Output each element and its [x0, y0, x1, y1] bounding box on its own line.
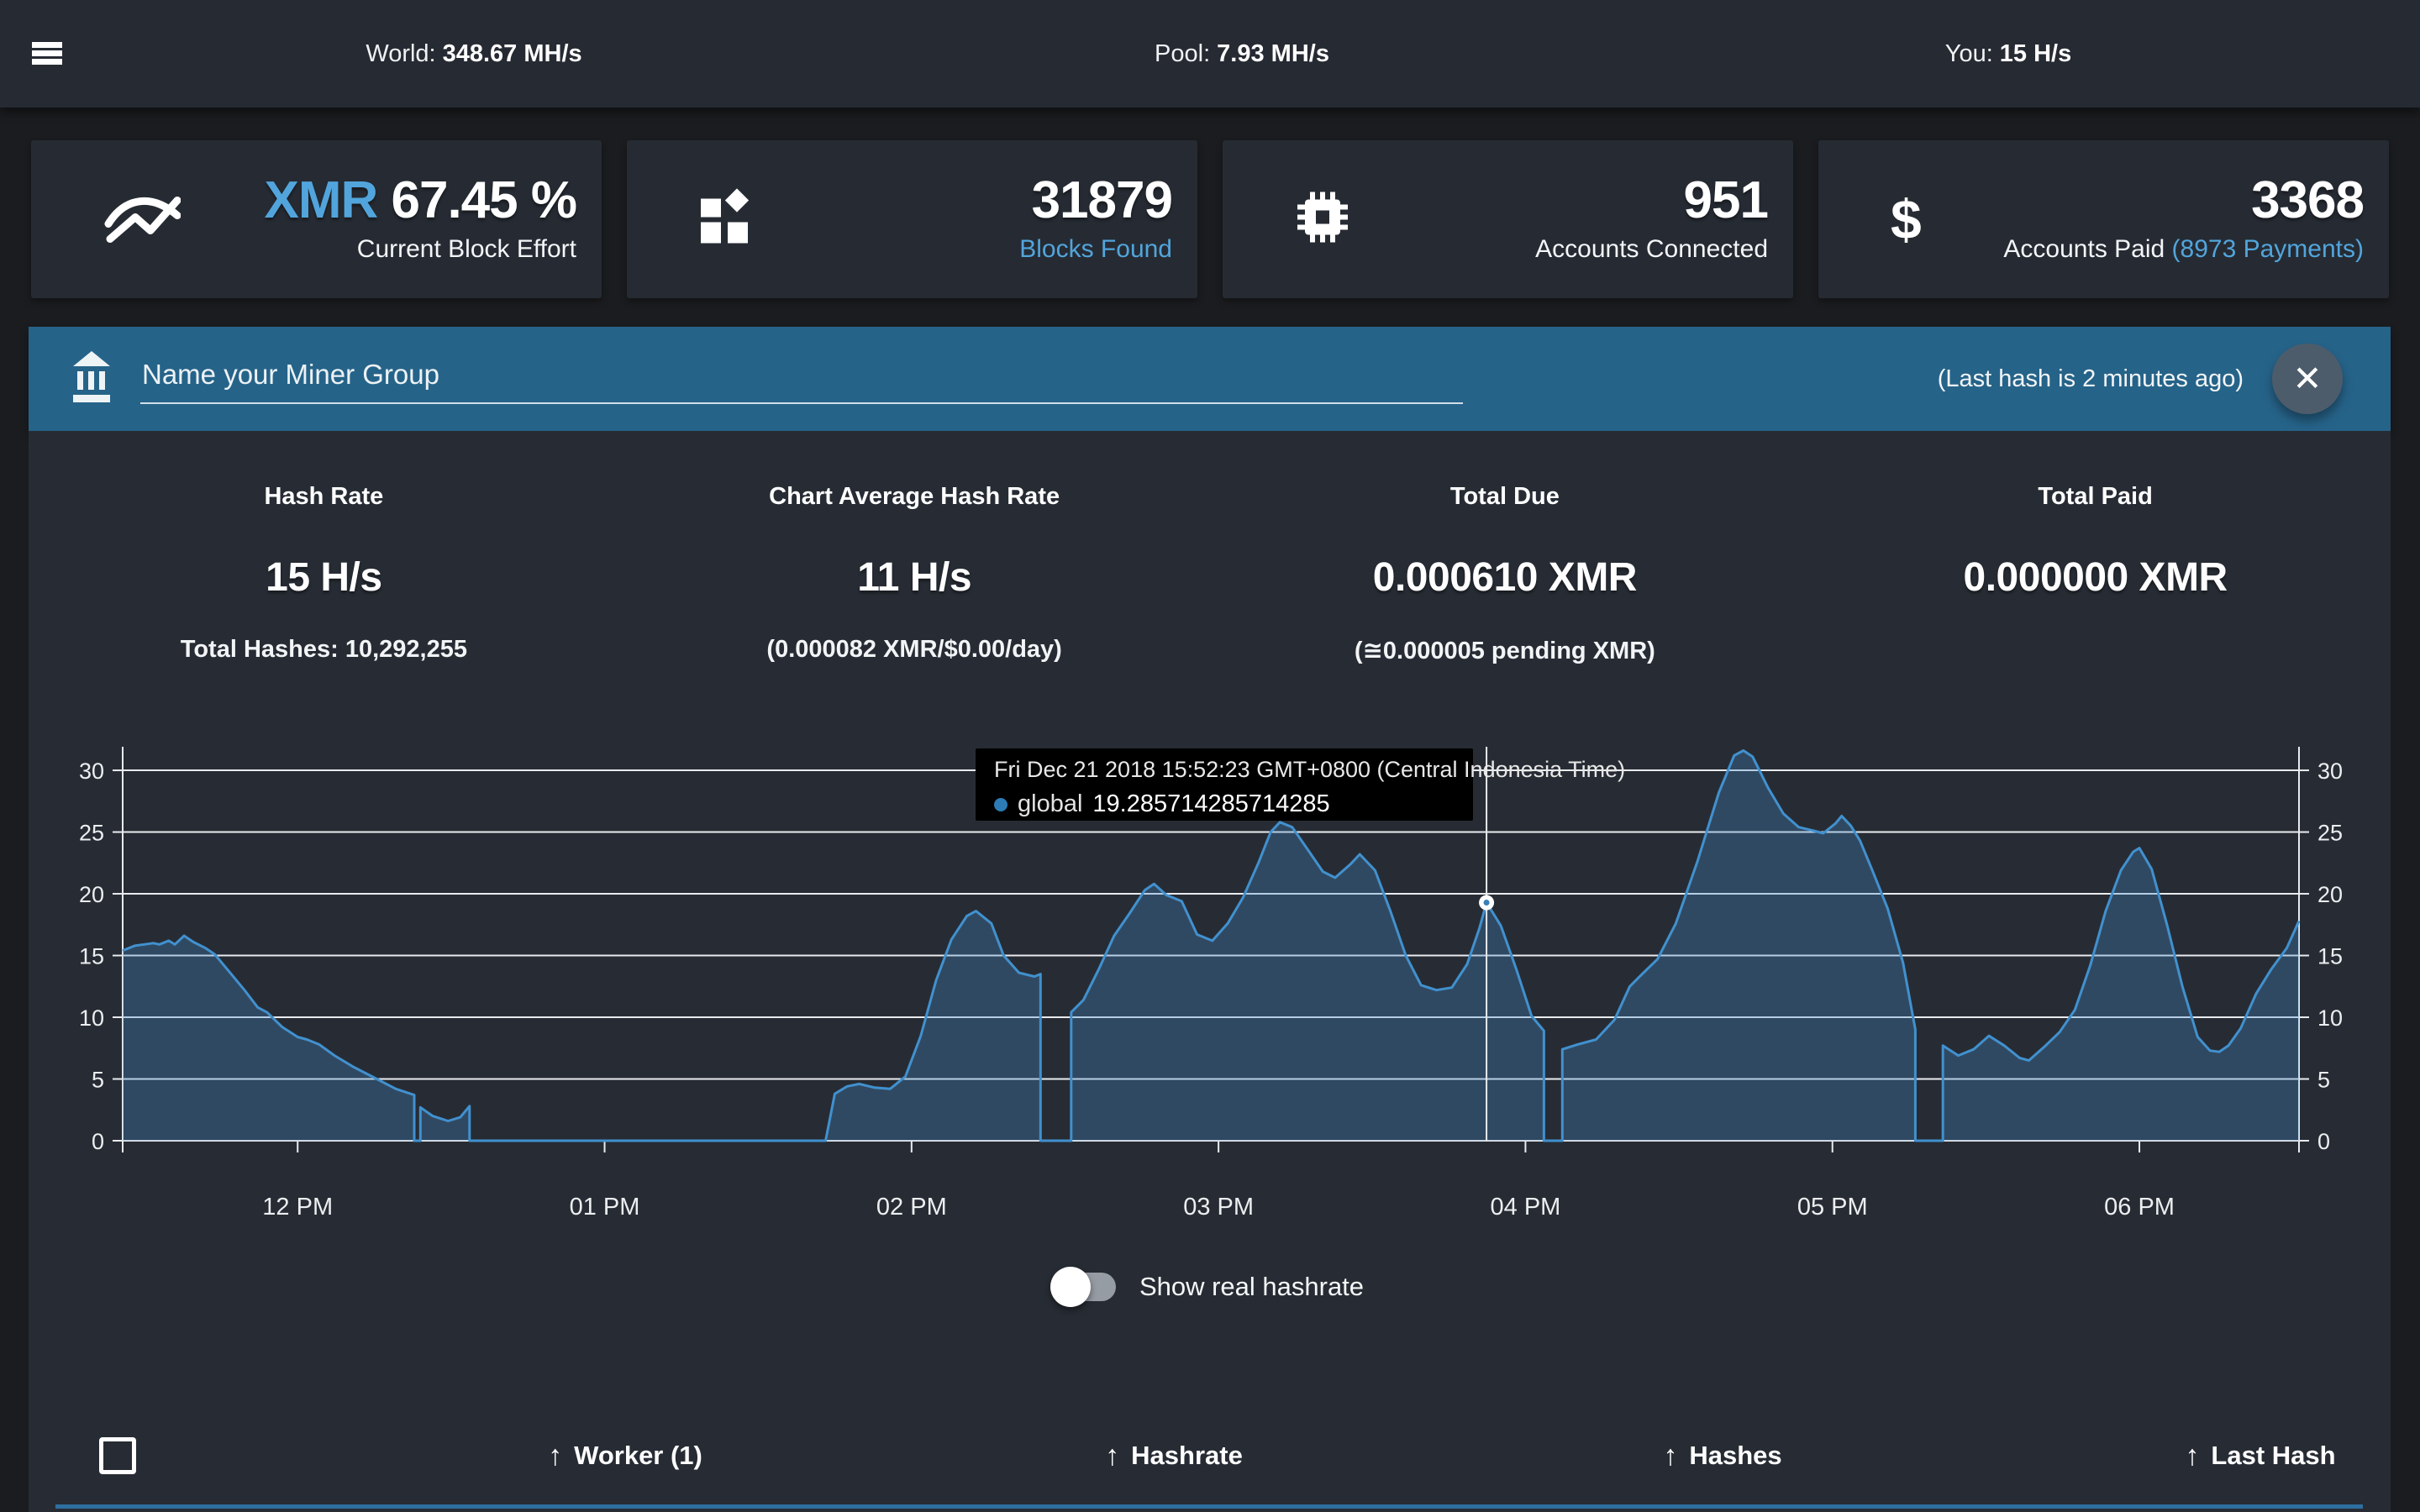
svg-text:20: 20: [2317, 882, 2343, 907]
svg-text:25: 25: [79, 821, 104, 846]
you-label: You:: [1945, 40, 1993, 68]
svg-text:01 PM: 01 PM: [570, 1194, 640, 1221]
world-hashrate: World: 348.67 MH/s: [366, 0, 581, 108]
card-accounts-paid: $ 3368 Accounts Paid (8973 Payments): [1818, 140, 2389, 298]
column-header-hashes[interactable]: ↑ Hashes: [1663, 1437, 1781, 1474]
select-all-checkbox[interactable]: [99, 1437, 136, 1474]
toggle-knob: [1050, 1267, 1091, 1307]
mining-pool-dashboard: { "palette":{"accent_blue":"#52a5dc","ba…: [0, 0, 2420, 1512]
blocks-found-link[interactable]: Blocks Found: [1019, 235, 1172, 264]
blocks-found-value: 31879: [1032, 175, 1172, 227]
menu-icon[interactable]: [32, 42, 62, 66]
pool-label: Pool:: [1155, 40, 1210, 68]
miner-group-banner: (Last hash is 2 minutes ago) ✕: [29, 327, 2391, 431]
close-icon: ✕: [2292, 344, 2322, 414]
bank-icon: [68, 351, 115, 407]
you-value: 15 H/s: [2000, 40, 2071, 68]
svg-text:0: 0: [2317, 1129, 2330, 1154]
svg-text:20: 20: [79, 882, 104, 907]
column-header-last-hash[interactable]: ↑ Last Hash: [2185, 1437, 2335, 1474]
world-label: World:: [366, 40, 435, 68]
svg-text:0: 0: [92, 1129, 104, 1154]
payments-link[interactable]: (8973 Payments): [2172, 235, 2364, 263]
tooltip-timestamp: Fri Dec 21 2018 15:52:23 GMT+0800 (Centr…: [994, 757, 1473, 783]
accounts-connected-label: Accounts Connected: [1535, 235, 1768, 264]
svg-text:30: 30: [79, 759, 104, 784]
blocks-icon: [699, 189, 751, 250]
hashrate-toggle-row: Show real hashrate: [29, 1267, 2391, 1307]
accounts-paid-label: Accounts Paid (8973 Payments): [2003, 235, 2364, 264]
svg-text:02 PM: 02 PM: [876, 1194, 947, 1221]
svg-text:15: 15: [2317, 944, 2343, 969]
svg-text:06 PM: 06 PM: [2104, 1194, 2175, 1221]
workers-table-header: ↑ Worker (1) ↑ Hashrate ↑ Hashes ↑ Last …: [29, 1437, 2391, 1474]
card-blocks-found: 31879 Blocks Found: [627, 140, 1197, 298]
block-effort-label: Current Block Effort: [357, 235, 576, 264]
miner-group-name-input[interactable]: [140, 354, 1463, 404]
tooltip-value: 19.285714285714285: [1092, 790, 1329, 818]
tooltip-series-name: global: [1018, 790, 1082, 818]
svg-text:04 PM: 04 PM: [1491, 1194, 1561, 1221]
column-header-hashrate[interactable]: ↑ Hashrate: [1105, 1437, 1243, 1474]
your-hashrate: You: 15 H/s: [1945, 0, 2071, 108]
last-hash-status: (Last hash is 2 minutes ago): [1938, 365, 2244, 393]
svg-text:05 PM: 05 PM: [1797, 1194, 1868, 1221]
pool-value: 7.93 MH/s: [1217, 40, 1329, 68]
hashrate-chart[interactable]: 0 0 5 5 10 10 15 15 20 20 25 25 30 30 12 PM 01 PM 02 PM 0…: [29, 431, 2391, 1271]
stat-cards: XMR 67.45 % Current Block Effort 31879 B…: [0, 140, 2420, 298]
table-header-underline: [55, 1504, 2363, 1509]
svg-text:10: 10: [79, 1005, 104, 1031]
sort-arrow-icon: ↑: [1105, 1441, 1119, 1470]
svg-text:30: 30: [2317, 759, 2343, 784]
top-bar: World: 348.67 MH/s Pool: 7.93 MH/s You: …: [0, 0, 2420, 108]
sort-arrow-icon: ↑: [548, 1441, 562, 1470]
chart-tooltip: Fri Dec 21 2018 15:52:23 GMT+0800 (Centr…: [976, 748, 1473, 821]
pool-hashrate: Pool: 7.93 MH/s: [1155, 0, 1329, 108]
svg-text:5: 5: [2317, 1068, 2330, 1093]
svg-text:5: 5: [92, 1068, 104, 1093]
column-header-worker[interactable]: ↑ Worker (1): [548, 1437, 702, 1474]
svg-text:15: 15: [79, 944, 104, 969]
sort-arrow-icon: ↑: [2185, 1441, 2199, 1470]
dollar-icon: $: [1891, 192, 1922, 247]
microchip-icon: [1295, 190, 1350, 249]
card-block-effort: XMR 67.45 % Current Block Effort: [31, 140, 602, 298]
svg-text:03 PM: 03 PM: [1183, 1194, 1254, 1221]
accounts-connected-value: 951: [1684, 175, 1768, 227]
chart-line-icon: [103, 191, 181, 249]
sort-arrow-icon: ↑: [1663, 1441, 1677, 1470]
close-button[interactable]: ✕: [2272, 344, 2343, 414]
svg-text:25: 25: [2317, 821, 2343, 846]
block-effort-value: XMR 67.45 %: [264, 175, 576, 227]
series-dot-icon: [994, 798, 1007, 811]
svg-text:12 PM: 12 PM: [262, 1194, 333, 1221]
card-accounts-connected: 951 Accounts Connected: [1223, 140, 1793, 298]
show-real-hashrate-toggle[interactable]: [1055, 1267, 1116, 1307]
accounts-paid-value: 3368: [2251, 175, 2364, 227]
toggle-label: Show real hashrate: [1139, 1272, 1364, 1302]
miner-panel: Hash Rate 15 H/s Total Hashes: 10,292,25…: [29, 431, 2391, 1512]
world-value: 348.67 MH/s: [443, 40, 582, 68]
svg-text:10: 10: [2317, 1005, 2343, 1031]
